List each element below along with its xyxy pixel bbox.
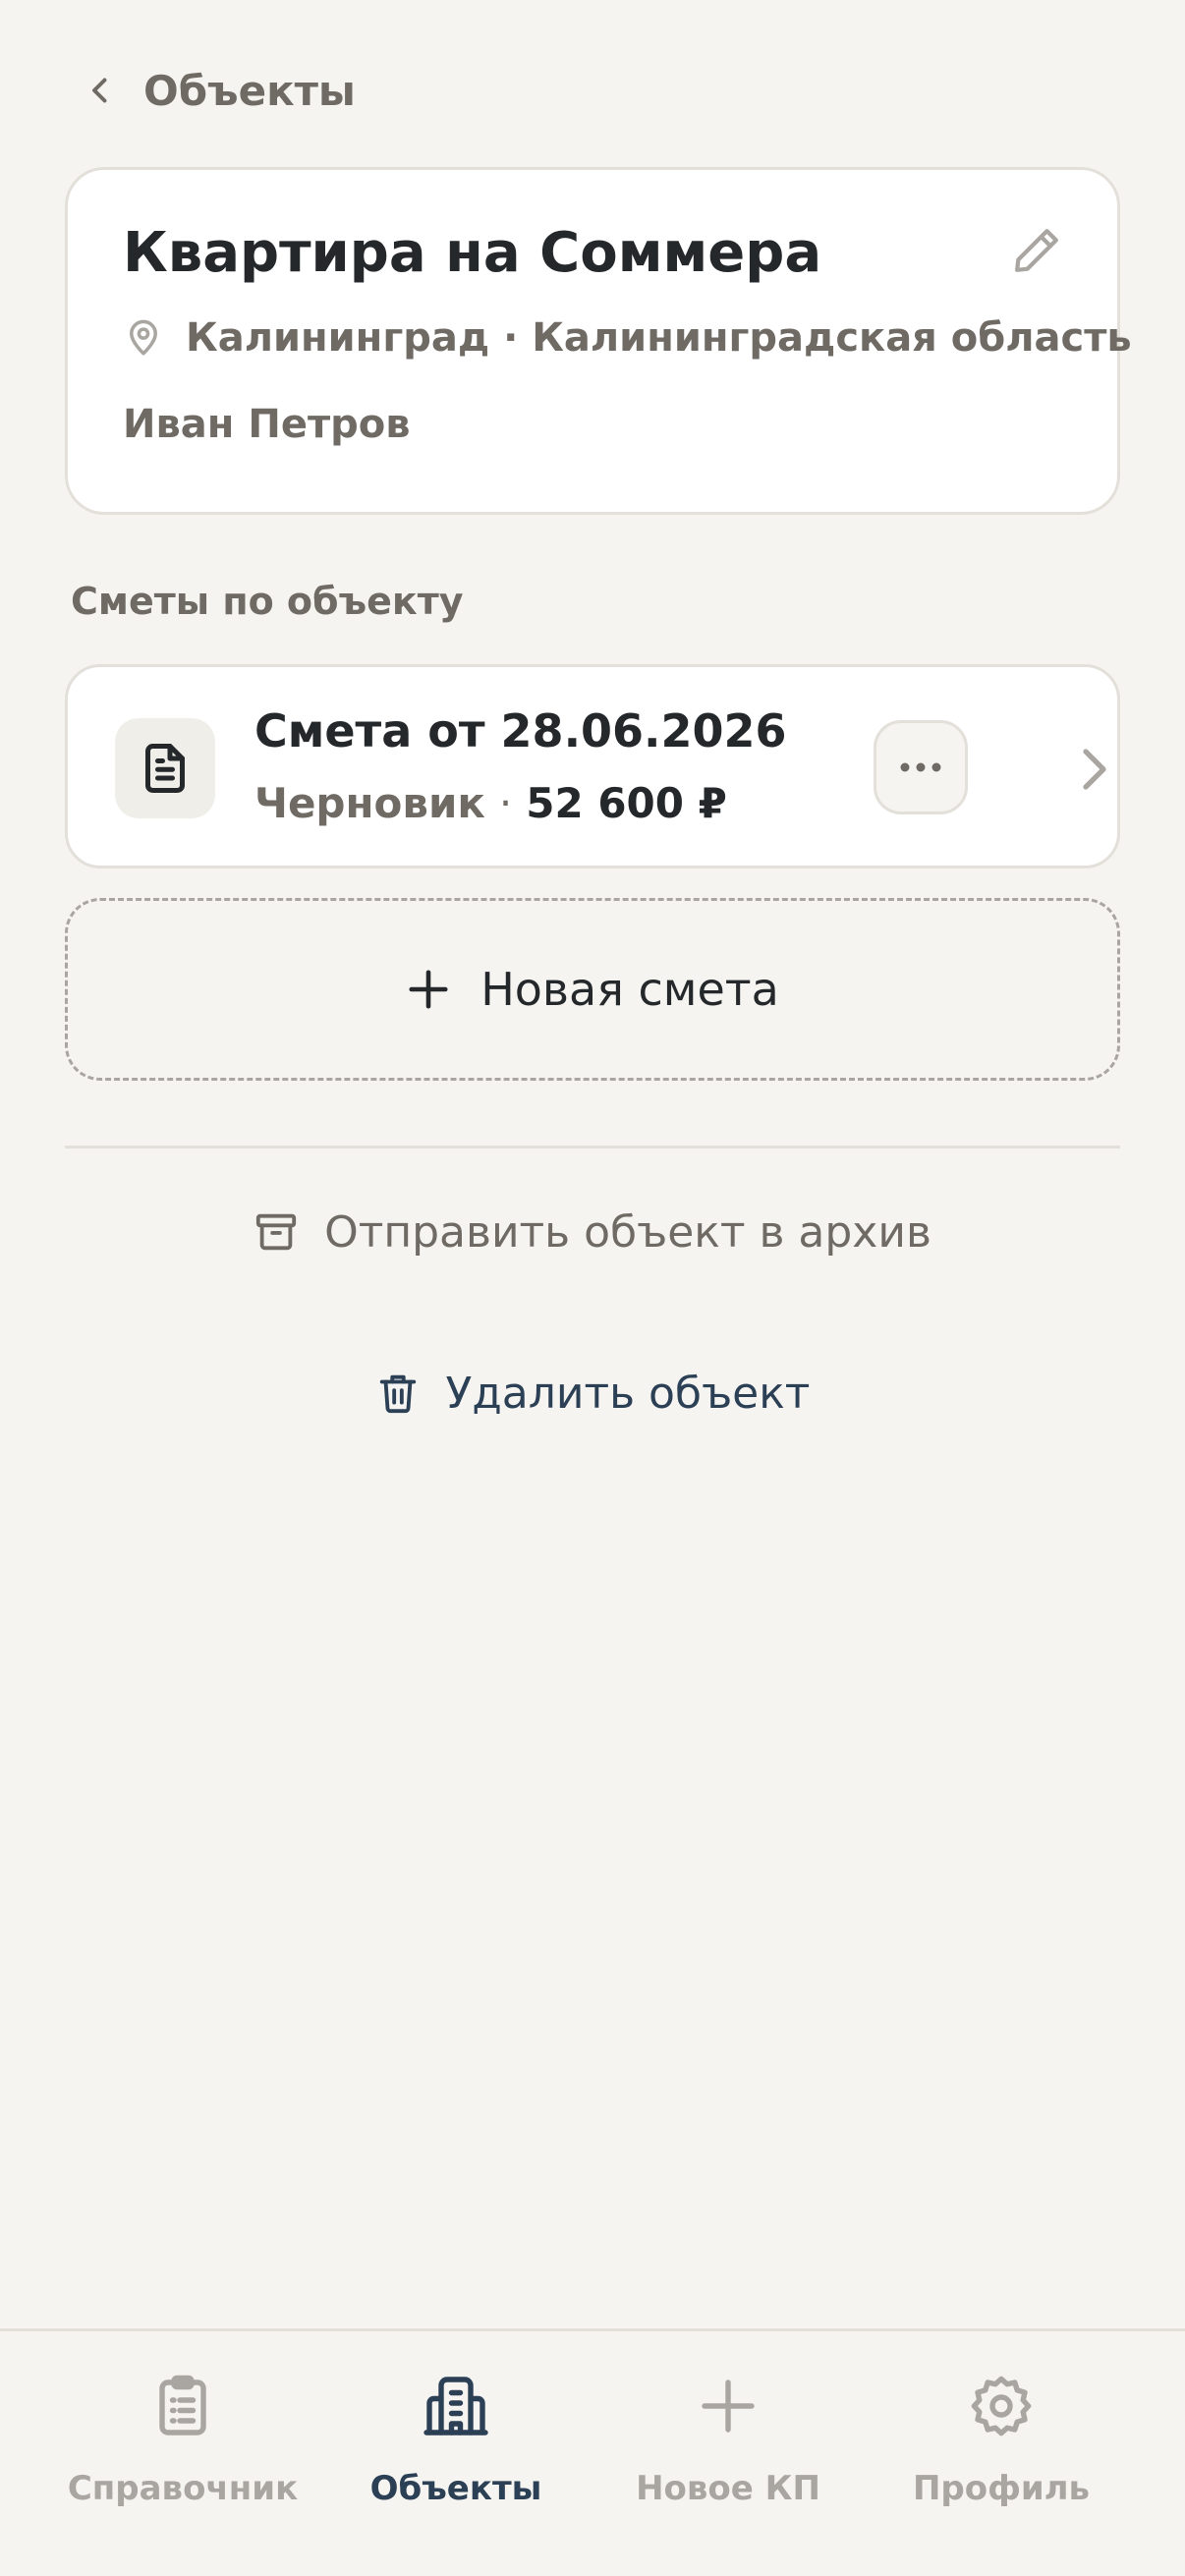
- pencil-icon: [1015, 229, 1058, 272]
- estimate-status: Черновик: [254, 779, 485, 827]
- plus-icon: [702, 2380, 755, 2433]
- trash-icon: [379, 1374, 416, 1414]
- nav-label-profile: Профиль: [912, 2469, 1091, 2508]
- delete-object-label: Удалить объект: [445, 1368, 811, 1419]
- estimate-row[interactable]: Смета от 28.06.2026 Черновик · 52 600 ₽: [65, 664, 1120, 868]
- new-estimate-button[interactable]: Новая смета: [65, 898, 1120, 1081]
- gear-icon: [971, 2376, 1032, 2436]
- clipboard-list-icon: [159, 2375, 206, 2436]
- object-owner: Иван Петров: [123, 402, 411, 447]
- map-pin-icon: [130, 319, 157, 356]
- estimates-section-label: Сметы по объекту: [71, 580, 464, 623]
- archive-object-label: Отправить объект в архив: [324, 1206, 931, 1258]
- nav-label-new-proposal: Новое КП: [636, 2469, 820, 2508]
- new-estimate-label: Новая смета: [480, 963, 779, 1016]
- object-card: Квартира на Соммера Калининград · Калини…: [65, 167, 1132, 515]
- bottom-navigation: Справочник Объекты Новое КП Профиль: [0, 2328, 1185, 2576]
- nav-item-profile[interactable]: Профиль: [854, 2371, 1149, 2538]
- more-horizontal-icon: [900, 762, 941, 772]
- plus-icon: [409, 970, 448, 1009]
- estimate-meta: Черновик · 52 600 ₽: [254, 779, 727, 827]
- chevron-left-icon: [92, 78, 107, 103]
- estimate-more-button[interactable]: [874, 720, 968, 814]
- nav-item-new-proposal[interactable]: Новое КП: [581, 2371, 875, 2538]
- object-detail-screen: Объекты Квартира на Соммера Калининград …: [0, 0, 1185, 2576]
- back-button[interactable]: Объекты: [83, 59, 356, 122]
- nav-item-directory[interactable]: Справочник: [35, 2371, 330, 2538]
- delete-object-button[interactable]: Удалить объект: [0, 1354, 1185, 1432]
- nav-label-objects: Объекты: [369, 2469, 542, 2508]
- building-icon: [423, 2377, 488, 2436]
- document-icon: [145, 744, 185, 793]
- nav-item-objects[interactable]: Объекты: [309, 2371, 603, 2538]
- object-title: Квартира на Соммера: [123, 221, 822, 285]
- archive-box-icon: [255, 1213, 297, 1251]
- object-location-text: Калининград · Калининградская область: [186, 315, 1132, 361]
- back-label: Объекты: [143, 66, 356, 115]
- edit-object-button[interactable]: [1005, 219, 1068, 282]
- nav-label-directory: Справочник: [67, 2469, 299, 2508]
- estimate-title: Смета от 28.06.2026: [254, 704, 787, 757]
- object-location: Калининград · Калининградская область: [123, 315, 1132, 361]
- chevron-right-icon: [1083, 749, 1106, 790]
- estimate-amount: 52 600 ₽: [526, 779, 727, 827]
- archive-object-button[interactable]: Отправить объект в архив: [0, 1193, 1185, 1271]
- document-icon-tile: [115, 718, 215, 818]
- estimate-separator: ·: [498, 779, 513, 827]
- divider: [65, 1146, 1120, 1148]
